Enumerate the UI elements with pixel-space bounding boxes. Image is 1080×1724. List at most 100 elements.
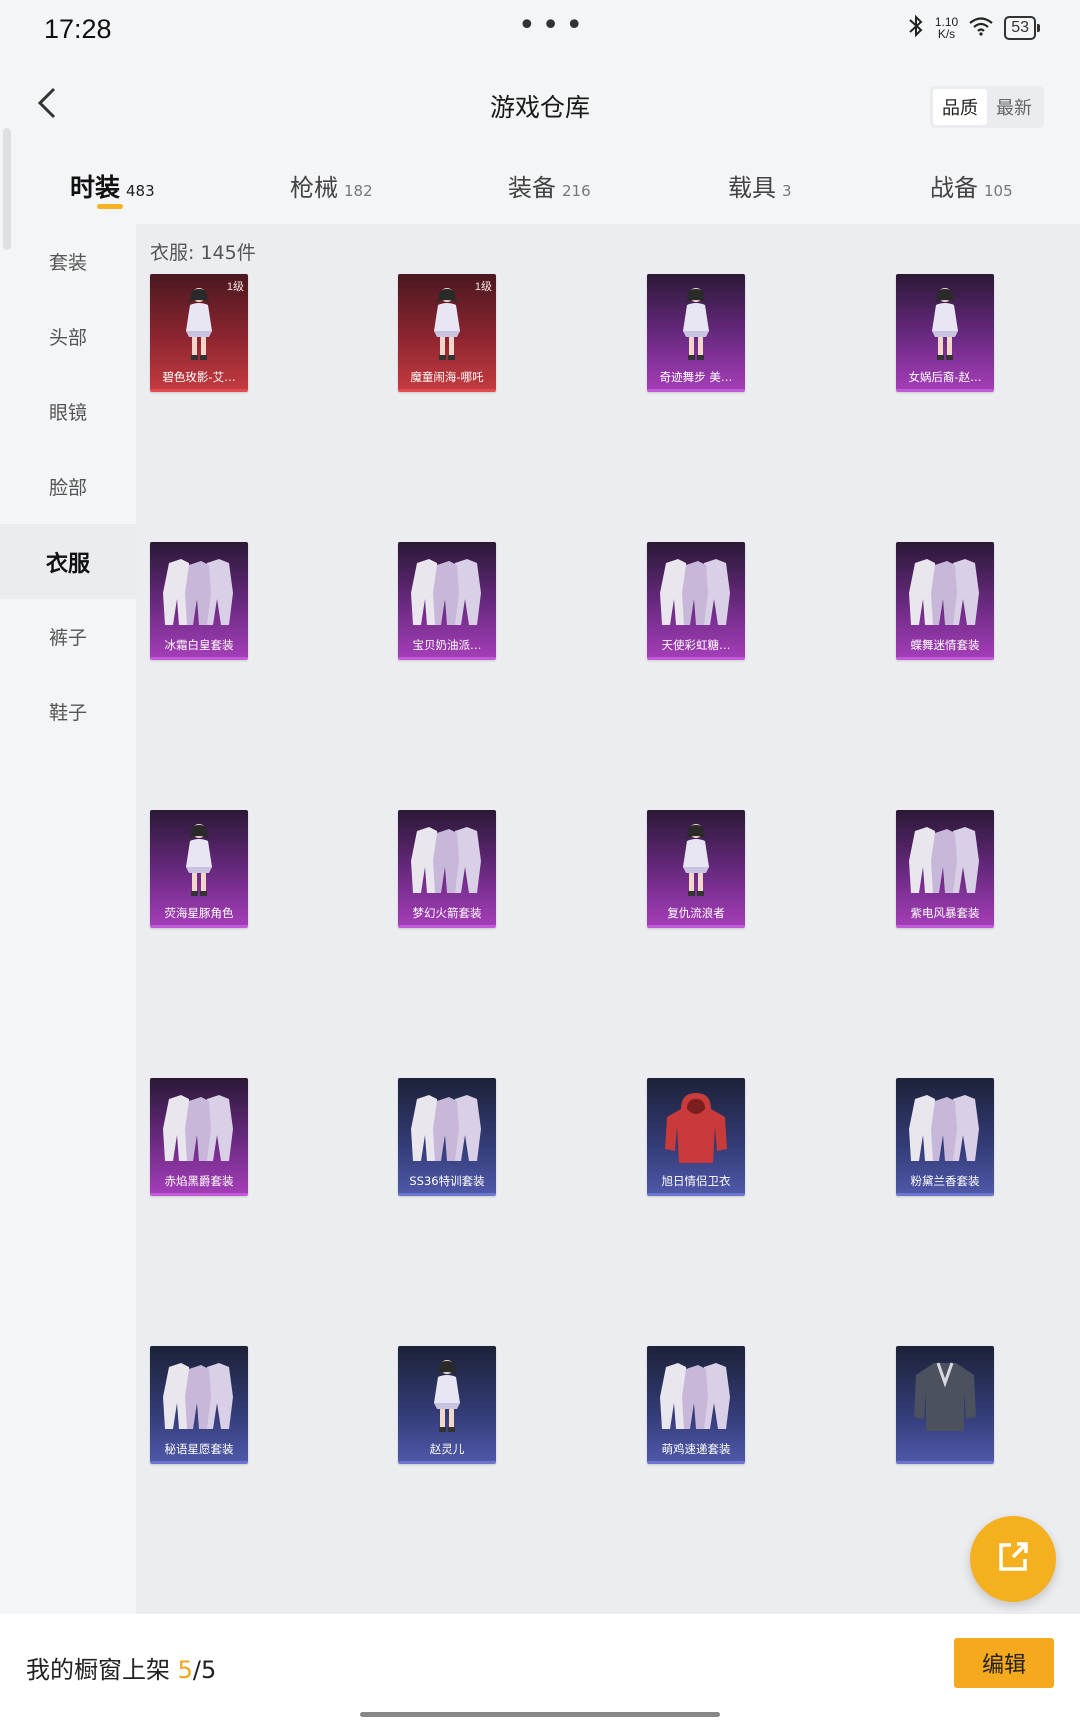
item-card[interactable]: 天使彩虹糖… [647,542,745,660]
tab-guns[interactable]: 枪械 182 [290,168,373,203]
character-figure-icon [647,816,745,904]
sort-quality[interactable]: 品质 [933,89,987,125]
item-card[interactable]: 赵灵儿 [398,1346,496,1464]
outfit-set-icon [896,1084,994,1172]
item-name: 旭日情侣卫衣 [661,1174,731,1188]
showcase-label: 我的橱窗上架 [26,1656,178,1684]
item-card[interactable]: 冰霜白皇套装 [150,542,248,660]
scroll-indicator[interactable] [3,128,11,250]
item-card[interactable]: 复仇流浪者 [647,810,745,928]
item-card[interactable] [896,1346,994,1464]
outfit-set-icon [647,548,745,636]
share-fab-button[interactable] [970,1516,1056,1602]
tab-fashion[interactable]: 时装 483 [70,168,155,204]
item-card[interactable]: 1级魔童闹海-哪吒 [398,274,496,392]
jacket-icon [896,1352,994,1440]
more-dots[interactable]: ••• [518,8,589,43]
item-card[interactable]: 蝶舞迷情套装 [896,542,994,660]
character-figure-icon [150,816,248,904]
tab-equipment[interactable]: 装备 216 [508,168,591,203]
tab-count: 105 [984,182,1013,200]
sidebar-item-suit[interactable]: 套装 [0,224,136,299]
sidebar-item-glasses[interactable]: 眼镜 [0,374,136,449]
item-card[interactable]: 赤焰黑爵套装 [150,1078,248,1196]
character-figure-icon [647,280,745,368]
sidebar-item-shoes[interactable]: 鞋子 [0,674,136,749]
outfit-set-icon [398,548,496,636]
status-time: 17:28 [44,14,112,44]
outfit-set-icon [398,1084,496,1172]
tab-label: 装备 [508,174,556,202]
showcase-status: 我的橱窗上架 5/5 [26,1650,216,1685]
sidebar-item-face[interactable]: 脸部 [0,449,136,524]
tab-label: 枪械 [290,174,338,202]
sort-latest[interactable]: 最新 [987,89,1041,125]
outfit-set-icon [896,548,994,636]
page-title: 游戏仓库 [489,93,590,122]
net-speed-unit: K/s [937,27,956,41]
category-tabs: 时装 483 枪械 182 装备 216 载具 3 战备 105 [0,150,1080,222]
item-name: 秘语星愿套装 [164,1442,234,1456]
tab-vehicles[interactable]: 载具 3 [728,168,792,203]
home-indicator[interactable] [360,1712,720,1717]
status-icons: 1.10 K/s 53 [907,14,1040,42]
sidebar-item-head[interactable]: 头部 [0,299,136,374]
item-card[interactable]: 紫电风暴套装 [896,810,994,928]
outfit-set-icon [398,816,496,904]
item-name: 碧色玫影-艾… [162,370,236,384]
bottom-bar: 我的橱窗上架 5/5 编辑 [0,1614,1080,1724]
external-link-icon [993,1537,1033,1581]
edit-button[interactable]: 编辑 [954,1638,1054,1688]
network-speed: 1.10 K/s [935,16,958,40]
item-card[interactable]: 宝贝奶油派… [398,542,496,660]
item-card[interactable]: 女娲后裔-赵… [896,274,994,392]
item-card[interactable]: 粉黛兰香套装 [896,1078,994,1196]
item-name: 紫电风暴套装 [910,906,980,920]
wifi-icon [968,16,994,40]
outfit-set-icon [150,548,248,636]
sidebar-item-pants[interactable]: 裤子 [0,599,136,674]
item-name: 魔童闹海-哪吒 [410,370,484,384]
item-card[interactable]: 秘语星愿套装 [150,1346,248,1464]
outfit-set-icon [896,816,994,904]
item-name: 奇迹舞步 美… [659,370,733,384]
item-level-badge: 1级 [226,281,244,293]
bluetooth-icon [907,14,925,42]
character-figure-icon [896,280,994,368]
item-name: 赤焰黑爵套装 [164,1174,234,1188]
tab-label: 载具 [728,174,776,202]
hoodie-icon [647,1084,745,1172]
tab-count: 216 [562,182,591,200]
item-count-label: 衣服: 145件 [150,242,256,264]
sidebar-item-clothes[interactable]: 衣服 [0,524,136,599]
item-name: 蝶舞迷情套装 [910,638,980,652]
item-grid-panel: 衣服: 145件 1级 碧色玫影-艾… 1级 魔童闹海-哪吒 奇迹舞步 美… 女娲后裔-赵… [136,224,1080,1614]
item-card[interactable]: 1级碧色玫影-艾… [150,274,248,392]
tab-count: 3 [782,182,792,200]
tab-count: 182 [344,182,373,200]
item-name: 复仇流浪者 [667,906,725,920]
outfit-set-icon [647,1352,745,1440]
item-name: SS36特训套装 [409,1174,485,1188]
item-name: 萌鸡速递套装 [661,1442,731,1456]
item-name: 赵灵儿 [429,1442,465,1456]
item-card[interactable]: 旭日情侣卫衣 [647,1078,745,1196]
tab-count: 483 [126,182,155,200]
outfit-set-icon [150,1084,248,1172]
item-level-badge: 1级 [474,281,492,293]
item-name: 粉黛兰香套装 [910,1174,980,1188]
item-name: 宝贝奶油派… [412,638,482,652]
tab-supplies[interactable]: 战备 105 [930,168,1013,203]
battery-indicator: 53 [1004,16,1040,40]
item-card[interactable]: SS36特训套装 [398,1078,496,1196]
item-card[interactable]: 荧海星豚角色 [150,810,248,928]
item-name: 天使彩虹糖… [661,638,731,652]
outfit-set-icon [150,1352,248,1440]
showcase-total: /5 [192,1656,217,1684]
status-bar: 17:28 ••• 1.10 K/s 53 [0,0,1080,66]
item-card[interactable]: 奇迹舞步 美… [647,274,745,392]
item-name: 女娲后裔-赵… [908,370,982,384]
item-card[interactable]: 梦幻火箭套装 [398,810,496,928]
item-card[interactable]: 萌鸡速递套装 [647,1346,745,1464]
item-name: 荧海星豚角色 [164,906,234,920]
